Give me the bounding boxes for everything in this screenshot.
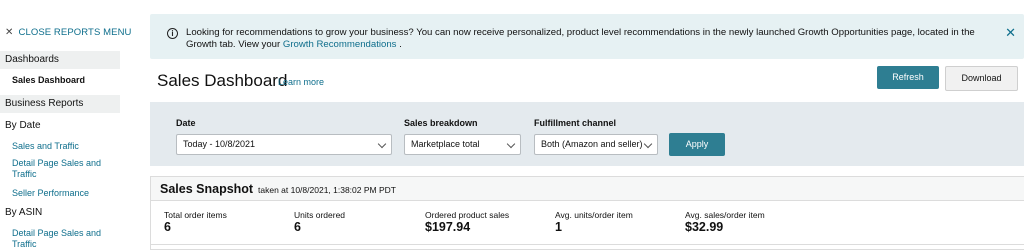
info-banner: i Looking for recommendations to grow yo… bbox=[150, 14, 1024, 59]
close-reports-menu-link[interactable]: ✕ CLOSE REPORTS MENU bbox=[5, 27, 132, 38]
metric-value-total-order-items: 6 bbox=[164, 220, 171, 234]
snapshot-timestamp: taken at 10/8/2021, 1:38:02 PM PDT bbox=[258, 185, 396, 195]
chevron-down-icon bbox=[643, 139, 653, 149]
growth-recommendations-link[interactable]: Growth Recommendations bbox=[283, 39, 397, 50]
metric-value-ordered-product-sales: $197.94 bbox=[425, 220, 471, 234]
sidebar-link-detail-page-sales-traffic[interactable]: Detail Page Sales and Traffic bbox=[12, 158, 112, 180]
snapshot-title: Sales Snapshot bbox=[160, 182, 254, 196]
sidebar-link-sales-and-traffic[interactable]: Sales and Traffic bbox=[12, 141, 112, 152]
banner-message: Looking for recommendations to grow your… bbox=[186, 27, 986, 51]
close-menu-label: CLOSE REPORTS MENU bbox=[18, 27, 132, 38]
chevron-down-icon bbox=[377, 139, 387, 149]
sales-breakdown-label: Sales breakdown bbox=[404, 118, 478, 128]
sidebar-link-seller-performance[interactable]: Seller Performance bbox=[12, 188, 112, 199]
fulfillment-channel-value: Both (Amazon and seller) bbox=[541, 139, 643, 149]
sidebar-group-by-date: By Date bbox=[5, 120, 41, 131]
dismiss-banner-icon[interactable]: ✕ bbox=[1005, 25, 1016, 41]
sidebar-link-asin-detail-page-sales-traffic[interactable]: Detail Page Sales and Traffic bbox=[12, 228, 112, 250]
learn-more-link[interactable]: Learn more bbox=[278, 77, 324, 87]
sidebar-section-dashboards[interactable]: Dashboards bbox=[0, 51, 120, 69]
date-select-value: Today - 10/8/2021 bbox=[183, 139, 256, 149]
banner-suffix: . bbox=[399, 39, 402, 50]
sales-breakdown-select[interactable]: Marketplace total bbox=[404, 134, 521, 155]
fulfillment-channel-label: Fulfillment channel bbox=[534, 118, 617, 128]
close-icon: ✕ bbox=[5, 27, 14, 38]
metric-value-avg-sales-order-item: $32.99 bbox=[685, 220, 724, 234]
page-title: Sales Dashboard bbox=[157, 71, 288, 90]
metric-label-avg-sales-order-item: Avg. sales/order item bbox=[685, 210, 765, 220]
apply-button[interactable]: Apply bbox=[669, 133, 725, 156]
sidebar-group-by-asin: By ASIN bbox=[5, 207, 43, 218]
date-filter-label: Date bbox=[176, 118, 196, 128]
date-select[interactable]: Today - 10/8/2021 bbox=[176, 134, 392, 155]
info-icon: i bbox=[167, 28, 178, 39]
sales-snapshot-card: Sales Snapshot taken at 10/8/2021, 1:38:… bbox=[150, 176, 1024, 250]
refresh-button[interactable]: Refresh bbox=[877, 66, 939, 89]
chevron-down-icon bbox=[506, 139, 516, 149]
metric-label-units-ordered: Units ordered bbox=[294, 210, 346, 220]
sidebar-section-business-reports[interactable]: Business Reports bbox=[0, 95, 120, 113]
metric-label-total-order-items: Total order items bbox=[164, 210, 227, 220]
metric-value-avg-units-order-item: 1 bbox=[555, 220, 562, 234]
snapshot-header: Sales Snapshot taken at 10/8/2021, 1:38:… bbox=[151, 177, 1024, 201]
metric-value-units-ordered: 6 bbox=[294, 220, 301, 234]
snapshot-divider bbox=[151, 244, 1024, 245]
reports-sidebar: ✕ CLOSE REPORTS MENU Dashboards Sales Das… bbox=[0, 0, 140, 250]
sales-breakdown-value: Marketplace total bbox=[411, 139, 480, 149]
metric-label-avg-units-order-item: Avg. units/order item bbox=[555, 210, 633, 220]
sidebar-item-sales-dashboard[interactable]: Sales Dashboard bbox=[12, 75, 85, 85]
download-button[interactable]: Download bbox=[945, 66, 1018, 91]
metric-label-ordered-product-sales: Ordered product sales bbox=[425, 210, 510, 220]
fulfillment-channel-select[interactable]: Both (Amazon and seller) bbox=[534, 134, 658, 155]
